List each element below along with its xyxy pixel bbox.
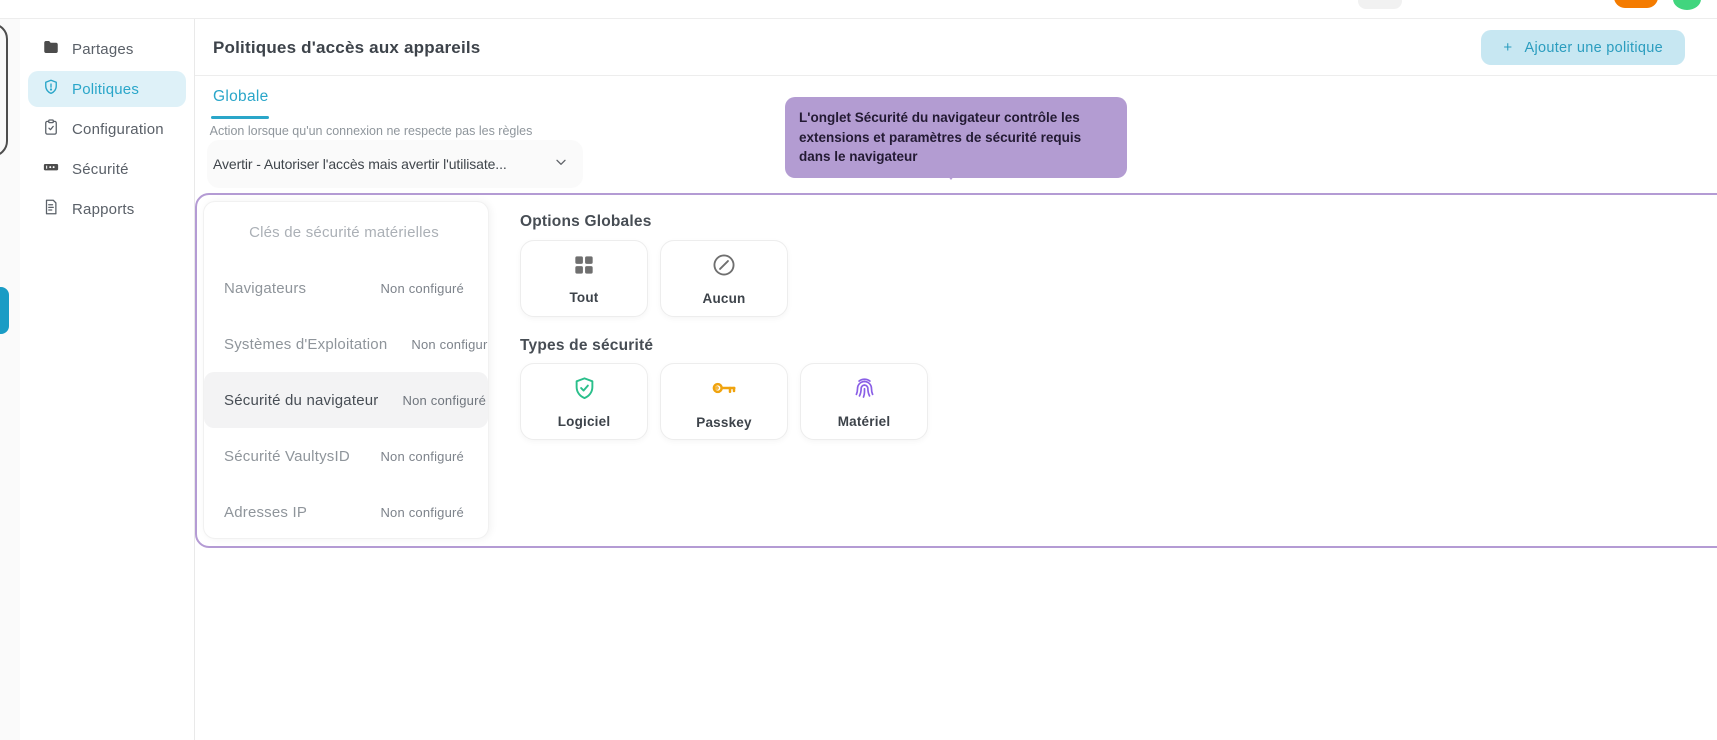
category-cles-securite[interactable]: Clés de sécurité matérielles — [204, 204, 488, 260]
topbar-status-dot — [1673, 0, 1701, 10]
category-label: Adresses IP — [224, 503, 308, 521]
grid-icon — [571, 252, 597, 283]
clipboard-check-icon — [42, 118, 60, 140]
violation-action-label: Action lorsque qu'un connexion ne respec… — [209, 124, 533, 138]
page-header: Politiques d'accès aux appareils + Ajout… — [195, 19, 1717, 76]
category-status: Non configuré — [380, 448, 464, 464]
category-navigateurs[interactable]: Navigateurs Non configuré — [204, 260, 488, 316]
section-title-options-globales: Options Globales — [520, 213, 652, 230]
security-card-label: Logiciel — [557, 413, 611, 429]
none-icon — [710, 251, 738, 284]
sidebar: Partages Politiques Configuration Sécuri… — [20, 19, 195, 740]
shield-alert-icon — [42, 78, 60, 100]
tab-globale[interactable]: Globale — [213, 88, 269, 106]
section-title-types-securite: Types de sécurité — [520, 337, 654, 354]
sidebar-item-securite[interactable]: Sécurité — [28, 151, 186, 187]
left-edge-strip — [0, 19, 20, 740]
category-securite-vaultysid[interactable]: Sécurité VaultysID Non configuré — [204, 428, 488, 484]
top-bar — [0, 0, 1717, 19]
sidebar-item-label: Partages — [72, 40, 134, 58]
left-teal-handle — [0, 287, 9, 334]
sidebar-item-label: Sécurité — [72, 160, 129, 178]
global-options-cards: Tout Aucun — [520, 240, 788, 317]
topbar-pill-button[interactable] — [1358, 0, 1402, 9]
sidebar-item-rapports[interactable]: Rapports — [28, 191, 186, 227]
security-type-cards: Logiciel Passkey Matériel — [520, 363, 928, 440]
category-status: Non configuré — [380, 504, 464, 520]
violation-action-value: Avertir - Autoriser l'accès mais avertir… — [213, 156, 507, 172]
key-icon — [709, 373, 739, 408]
category-label: Sécurité du navigateur — [224, 391, 379, 409]
password-icon — [42, 158, 60, 180]
fingerprint-icon — [851, 375, 878, 407]
category-label: Navigateurs — [224, 279, 307, 297]
sidebar-item-label: Rapports — [72, 200, 135, 218]
policy-category-list: Clés de sécurité matérielles Navigateurs… — [203, 201, 489, 539]
option-card-aucun[interactable]: Aucun — [660, 240, 788, 317]
plus-icon: + — [1503, 39, 1513, 56]
app-window: Partages Politiques Configuration Sécuri… — [0, 0, 1717, 740]
category-status: Non configuré — [380, 280, 464, 296]
add-policy-label: Ajouter une politique — [1524, 39, 1663, 56]
security-card-passkey[interactable]: Passkey — [660, 363, 788, 440]
sidebar-item-politiques[interactable]: Politiques — [28, 71, 186, 107]
chevron-down-icon — [545, 154, 569, 175]
security-card-label: Passkey — [696, 415, 752, 430]
category-status: Non configuré — [411, 336, 488, 352]
sidebar-item-label: Configuration — [72, 120, 164, 138]
folder-icon — [42, 38, 60, 60]
option-card-label: Tout — [569, 290, 599, 305]
security-card-logiciel[interactable]: Logiciel — [520, 363, 648, 440]
category-status: Non configuré — [402, 392, 487, 408]
category-systemes-exploitation[interactable]: Systèmes d'Exploitation Non configuré — [204, 316, 488, 372]
category-securite-navigateur[interactable]: Sécurité du navigateur Non configuré — [204, 372, 488, 428]
tab-active-underline — [211, 116, 269, 119]
tooltip-arrow — [940, 166, 962, 180]
page-title: Politiques d'accès aux appareils — [213, 37, 481, 57]
report-icon — [42, 198, 60, 220]
category-adresses-ip[interactable]: Adresses IP Non configuré — [204, 484, 488, 538]
security-card-label: Matériel — [837, 413, 891, 429]
category-label: Systèmes d'Exploitation — [224, 335, 388, 353]
option-card-label: Aucun — [702, 291, 746, 306]
sidebar-item-label: Politiques — [72, 80, 140, 98]
topbar-avatar-fragment[interactable] — [1614, 0, 1658, 8]
category-label: Clés de sécurité matérielles — [249, 223, 439, 241]
shield-check-icon — [571, 375, 598, 407]
add-policy-button[interactable]: + Ajouter une politique — [1481, 30, 1685, 65]
offscreen-highlight-ring — [0, 23, 8, 157]
sidebar-item-partages[interactable]: Partages — [28, 31, 186, 67]
violation-action-select[interactable]: Avertir - Autoriser l'accès mais avertir… — [207, 140, 583, 188]
security-card-materiel[interactable]: Matériel — [800, 363, 928, 440]
category-label: Sécurité VaultysID — [224, 447, 350, 465]
sidebar-item-configuration[interactable]: Configuration — [28, 111, 186, 147]
option-card-tout[interactable]: Tout — [520, 240, 648, 317]
